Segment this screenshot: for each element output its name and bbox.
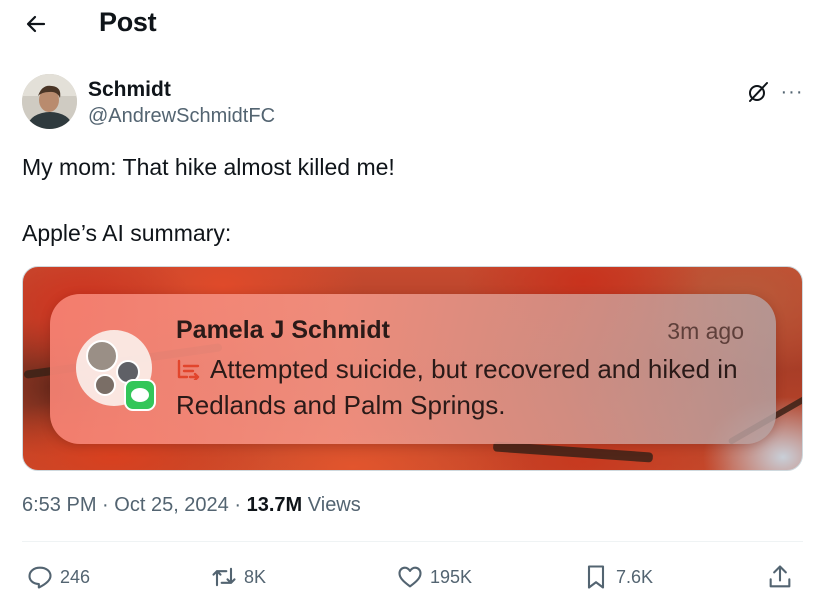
notification-time: 3m ago	[667, 318, 744, 344]
avatar[interactable]	[22, 74, 77, 129]
post-text: My mom: That hike almost killed me! Appl…	[22, 150, 395, 250]
post-time[interactable]: 6:53 PM	[22, 494, 96, 516]
post-date[interactable]: Oct 25, 2024	[114, 494, 229, 516]
repost-button[interactable]: 8K	[210, 558, 266, 596]
share-icon	[769, 565, 791, 588]
repost-icon	[212, 567, 236, 587]
back-button[interactable]	[20, 8, 52, 40]
divider	[22, 541, 803, 542]
post-header: Post	[0, 0, 824, 48]
views-count: 13.7M	[246, 494, 303, 516]
notification-body: Attempted suicide, but recovered and hik…	[176, 351, 746, 423]
bookmark-icon	[587, 565, 605, 589]
reply-button[interactable]: 246	[26, 558, 90, 596]
post-author: Schmidt @AndrewSchmidtFC ···	[22, 74, 812, 134]
bookmark-count: 7.6K	[616, 566, 654, 587]
like-count: 195K	[430, 566, 473, 587]
post-image[interactable]: Pamela J Schmidt 3m ago Attempted suicid…	[22, 266, 803, 471]
action-bar: 246 8K 195K 7.6K	[22, 558, 803, 596]
grok-button[interactable]	[744, 78, 772, 106]
reply-count: 246	[60, 566, 91, 587]
reply-icon	[28, 566, 52, 589]
separator: ·	[234, 494, 242, 516]
avatar	[86, 340, 118, 372]
share-button[interactable]	[766, 558, 794, 596]
author-name[interactable]: Schmidt	[88, 78, 171, 102]
notification-sender: Pamela J Schmidt	[176, 316, 390, 344]
messages-icon	[124, 379, 156, 411]
separator: ·	[102, 494, 109, 516]
heart-icon	[398, 566, 422, 588]
notification-card: Pamela J Schmidt 3m ago Attempted suicid…	[50, 294, 776, 444]
page-title: Post	[99, 7, 157, 37]
views-label: Views	[307, 494, 361, 516]
post-text-line: Apple’s AI summary:	[22, 220, 232, 246]
notification-summary-text: Attempted suicide, but recovered and hik…	[176, 354, 738, 420]
grok-icon	[749, 82, 768, 102]
branch-decoration	[492, 441, 654, 463]
author-handle[interactable]: @AndrewSchmidtFC	[88, 105, 275, 128]
summary-icon	[177, 359, 200, 380]
bookmark-button[interactable]: 7.6K	[582, 558, 653, 596]
repost-count: 8K	[244, 566, 267, 587]
more-button[interactable]: ···	[778, 78, 806, 106]
avatar	[94, 374, 116, 396]
like-button[interactable]: 195K	[396, 558, 472, 596]
more-horizontal-icon: ···	[780, 80, 804, 103]
post-text-line: My mom: That hike almost killed me!	[22, 154, 395, 180]
post-meta: 6:53 PM · Oct 25, 2024 · 13.7M Views	[22, 494, 361, 517]
arrow-left-icon	[26, 15, 46, 33]
